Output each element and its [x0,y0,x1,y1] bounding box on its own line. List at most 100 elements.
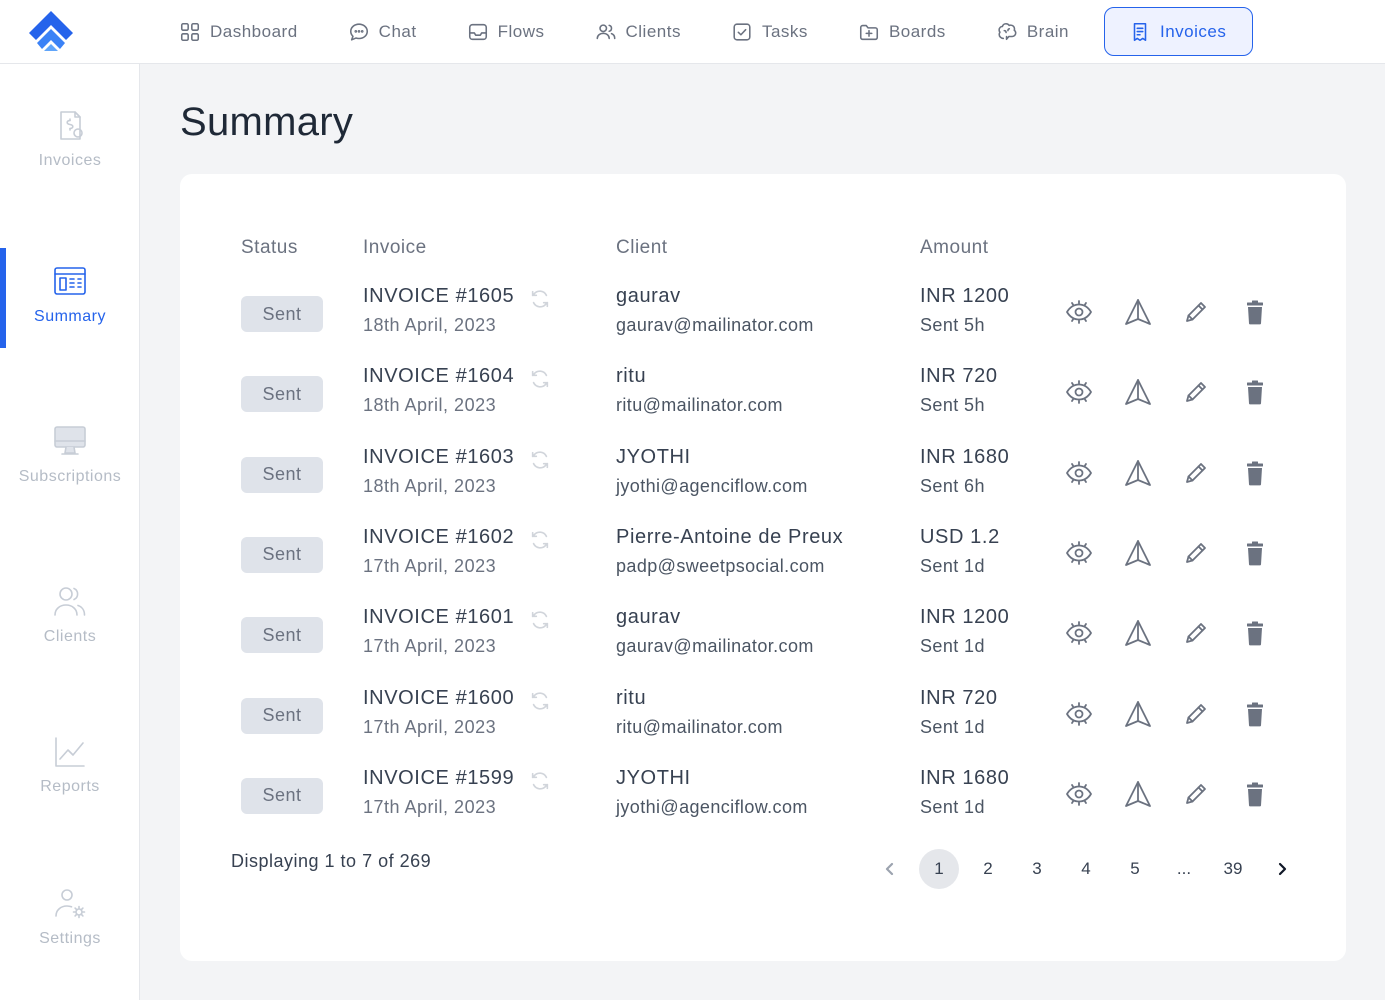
eye-icon [1066,540,1092,565]
pencil-icon [1186,623,1206,644]
invoice-amount: INR 1200 [920,606,1010,629]
invoice-number[interactable]: INVOICE #1602 [363,526,514,549]
nav-brain[interactable]: Brain [981,7,1084,56]
view-button[interactable] [1064,538,1094,568]
nav-flows[interactable]: Flows [452,7,560,56]
nav-invoices[interactable]: Invoices [1104,7,1254,56]
invoice-date: 17th April, 2023 [363,636,497,657]
page-button-last[interactable]: 39 [1213,849,1253,889]
view-button[interactable] [1064,377,1094,407]
delete-button[interactable] [1240,377,1270,407]
view-button[interactable] [1064,618,1094,648]
prev-page-button[interactable] [870,849,910,889]
view-button[interactable] [1064,297,1094,327]
send-button[interactable] [1123,618,1153,648]
invoice-number[interactable]: INVOICE #1599 [363,767,514,790]
edit-button[interactable] [1181,377,1211,407]
invoice-date: 18th April, 2023 [363,395,497,416]
invoice-number[interactable]: INVOICE #1603 [363,446,514,469]
send-arrow-icon [1125,539,1151,566]
monitor-icon [54,426,86,455]
pencil-icon [1186,382,1206,403]
client-name: ritu [616,365,647,388]
client-email: gaurav@mailinator.com [616,636,814,657]
sidebar-item-invoices[interactable]: Invoices [0,108,140,170]
view-button[interactable] [1064,779,1094,809]
sent-time: Sent 5h [920,395,985,416]
send-button[interactable] [1123,538,1153,568]
delete-button[interactable] [1240,779,1270,809]
send-button[interactable] [1123,699,1153,729]
delete-button[interactable] [1240,618,1270,648]
page-button-3[interactable]: 3 [1017,849,1057,889]
nav-clients[interactable]: Clients [580,7,696,56]
invoice-number[interactable]: INVOICE #1600 [363,687,514,710]
sidebar-item-settings[interactable]: Settings [0,886,140,948]
send-button[interactable] [1123,297,1153,327]
nav-dashboard[interactable]: Dashboard [164,7,313,56]
invoice-summary-card: Status Invoice Client Amount Sent INVOICE… [180,174,1346,961]
edit-button[interactable] [1181,297,1211,327]
page-button-5[interactable]: 5 [1115,849,1155,889]
nav-label: Brain [1026,21,1069,41]
send-button[interactable] [1123,377,1153,407]
edit-button[interactable] [1181,618,1211,648]
top-navbar: Dashboard Chat Flows Clients Tasks Board… [0,0,1385,64]
sidebar-item-summary[interactable]: Summary [0,264,140,326]
sidebar-item-label: Clients [43,628,97,645]
pencil-icon [1186,542,1206,563]
client-name: gaurav [616,606,681,629]
nav-chat[interactable]: Chat [333,7,432,56]
page-button-1[interactable]: 1 [919,849,959,889]
edit-button[interactable] [1181,538,1211,568]
edit-button[interactable] [1181,699,1211,729]
sent-time: Sent 1d [920,555,985,576]
users-icon [596,23,615,39]
sidebar-item-label: Invoices [38,152,102,169]
invoice-date: 17th April, 2023 [363,716,497,737]
invoice-number[interactable]: INVOICE #1605 [363,285,514,308]
dashboard-icon [180,22,200,41]
sidebar-item-reports[interactable]: Reports [0,734,140,796]
nav-boards[interactable]: Boards [843,7,961,56]
client-email: padp@sweetpsocial.com [616,555,825,576]
delete-button[interactable] [1240,538,1270,568]
edit-button[interactable] [1181,458,1211,488]
delete-button[interactable] [1240,699,1270,729]
chevron-left-icon [885,862,894,876]
edit-button[interactable] [1181,779,1211,809]
trash-icon [1247,300,1263,325]
sync-icon [531,772,549,790]
table-row: Sent INVOICE #1603 18th April, 2023 JYOTHI j… [180,446,1346,529]
sidebar-item-clients[interactable]: Clients [0,584,140,646]
eye-icon [1066,300,1092,324]
view-button[interactable] [1064,458,1094,488]
next-page-button[interactable] [1262,849,1302,889]
users-icon [54,587,86,616]
invoice-number[interactable]: INVOICE #1601 [363,606,514,629]
client-name: gaurav [616,285,681,307]
client-email: ritu@mailinator.com [616,395,783,416]
delete-button[interactable] [1240,458,1270,488]
logo-icon[interactable] [26,9,76,53]
eye-icon [1066,781,1092,806]
send-button[interactable] [1123,779,1153,809]
sidebar-item-subscriptions[interactable]: Subscriptions [0,424,140,486]
view-button[interactable] [1064,699,1094,729]
sidebar-item-label: Subscriptions [18,468,122,485]
nav-tasks[interactable]: Tasks [716,7,823,56]
sync-icon [531,370,549,388]
pencil-icon [1186,462,1206,483]
page-button-4[interactable]: 4 [1066,849,1106,889]
invoice-number[interactable]: INVOICE #1604 [363,365,514,388]
invoice-date: 17th April, 2023 [363,796,497,817]
send-button[interactable] [1123,458,1153,488]
trash-icon [1247,782,1263,807]
trash-icon [1247,702,1263,726]
chevron-right-icon [1278,862,1287,876]
table-row: Sent INVOICE #1599 17th April, 2023 JYOTHI j… [180,767,1346,850]
invoice-amount: INR 1200 [920,285,1010,307]
delete-button[interactable] [1240,297,1270,327]
main-nav: Dashboard Chat Flows Clients Tasks Board… [164,7,1273,56]
page-button-2[interactable]: 2 [968,849,1008,889]
